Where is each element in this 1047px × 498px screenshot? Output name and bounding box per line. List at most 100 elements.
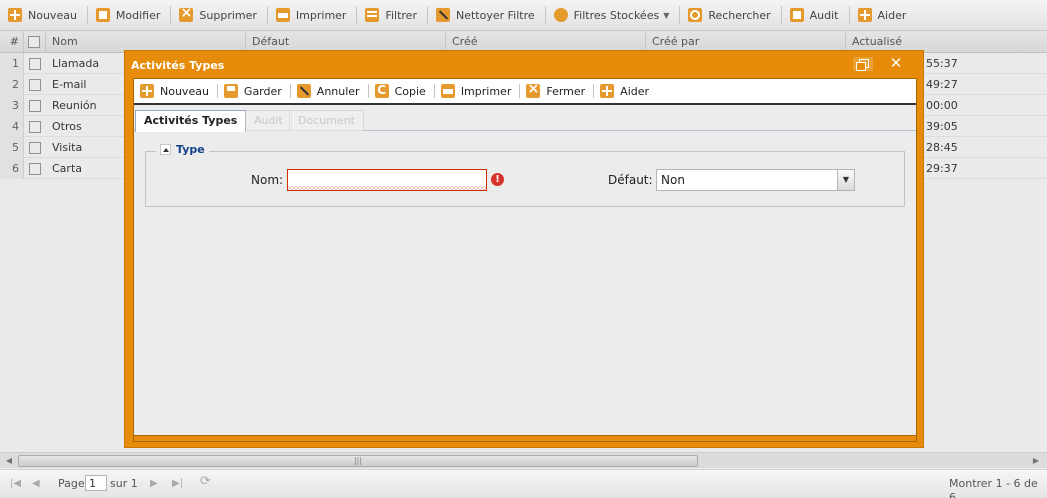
toolbar-separator xyxy=(544,6,546,24)
window-help-label: Aider xyxy=(620,84,650,98)
tab-activity-types[interactable]: Activités Types xyxy=(135,110,247,132)
delete-label: Supprimer xyxy=(199,8,257,22)
print-label: Imprimer xyxy=(295,8,347,22)
tab-audit[interactable]: Audit xyxy=(245,110,292,131)
search-label: Rechercher xyxy=(708,8,771,22)
toolbar-separator xyxy=(367,84,369,98)
help-button[interactable]: Aider xyxy=(854,4,911,26)
filter-label: Filtrer xyxy=(385,8,417,22)
printer-icon xyxy=(440,84,455,98)
last-page-icon[interactable]: ▶| xyxy=(172,477,183,491)
toolbar-separator xyxy=(593,84,595,98)
error-icon: ! xyxy=(491,173,504,186)
save-label: Garder xyxy=(243,84,282,98)
audit-icon xyxy=(789,8,804,22)
new-label: Nouveau xyxy=(28,8,77,22)
window-new-button[interactable]: Nouveau xyxy=(137,80,212,102)
restore-icon[interactable] xyxy=(853,57,873,71)
window-title: Activités Types xyxy=(131,59,225,72)
defaut-select[interactable]: Non ▼ xyxy=(656,169,855,191)
toolbar-separator xyxy=(289,84,291,98)
type-fieldset: Type Nom: ! Défaut: Non ▼ xyxy=(145,143,905,207)
copy-button[interactable]: Copie xyxy=(372,80,429,102)
help-icon xyxy=(600,84,615,98)
close-label: Fermer xyxy=(546,84,586,98)
window-toolbar: Nouveau Garder Annuler Copie Imprimer Fe… xyxy=(134,79,916,105)
refresh-icon[interactable]: ⟳ xyxy=(200,475,211,489)
prev-page-icon[interactable]: ◀ xyxy=(32,477,40,491)
audit-button[interactable]: Audit xyxy=(786,4,843,26)
toolbar-separator xyxy=(86,6,88,24)
printer-icon xyxy=(275,8,290,22)
edit-button[interactable]: Modifier xyxy=(92,4,164,26)
close-button[interactable]: Fermer xyxy=(523,80,588,102)
cancel-button[interactable]: Annuler xyxy=(294,80,363,102)
help-icon xyxy=(857,8,872,22)
first-page-icon[interactable]: |◀ xyxy=(10,477,21,491)
fieldset-legend[interactable]: Type xyxy=(156,143,209,156)
filter-button[interactable]: Filtrer xyxy=(361,4,421,26)
stored-filters-label: Filtres Stockées xyxy=(573,8,660,22)
window-body: Nouveau Garder Annuler Copie Imprimer Fe… xyxy=(133,78,917,442)
filter-icon xyxy=(365,8,380,22)
plus-icon xyxy=(140,84,154,98)
toolbar-separator xyxy=(266,6,268,24)
window-print-button[interactable]: Imprimer xyxy=(438,80,515,102)
nom-label: Nom: xyxy=(251,173,284,187)
toolbar-separator xyxy=(170,6,172,24)
page-label: Page xyxy=(58,477,85,490)
clear-filter-button[interactable]: Nettoyer Filtre xyxy=(432,4,539,26)
help-label: Aider xyxy=(877,8,907,22)
nom-field[interactable] xyxy=(287,169,487,191)
collapse-icon[interactable] xyxy=(160,144,171,155)
toolbar-separator xyxy=(519,84,521,98)
page-input[interactable] xyxy=(85,475,107,491)
next-page-icon[interactable]: ▶ xyxy=(150,477,158,491)
activity-types-window: Activités Types ✕ Nouveau Garder Annuler… xyxy=(124,50,924,448)
cancel-icon xyxy=(296,84,311,98)
stored-filters-button[interactable]: Filtres Stockées ▼ xyxy=(550,4,674,26)
toolbar-separator xyxy=(848,6,850,24)
delete-icon xyxy=(179,5,194,22)
page-count: sur 1 xyxy=(110,477,138,490)
window-tabs: Activités Types Audit Document xyxy=(134,107,916,132)
clear-filter-label: Nettoyer Filtre xyxy=(455,8,535,22)
toolbar-separator xyxy=(679,6,681,24)
defaut-value: Non xyxy=(661,173,685,187)
toolbar-separator xyxy=(780,6,782,24)
audit-label: Audit xyxy=(809,8,839,22)
window-resize-bar xyxy=(134,435,916,441)
window-print-label: Imprimer xyxy=(460,84,512,98)
save-icon xyxy=(223,84,238,98)
chevron-down-icon[interactable]: ▼ xyxy=(837,170,854,190)
edit-label: Modifier xyxy=(115,8,161,22)
copy-icon xyxy=(374,83,389,98)
tab-document[interactable]: Document xyxy=(289,110,364,131)
delete-button[interactable]: Supprimer xyxy=(175,4,261,26)
main-toolbar: Nouveau Modifier Supprimer Imprimer Filt… xyxy=(0,0,1047,31)
stored-filter-icon xyxy=(553,8,568,22)
toolbar-separator xyxy=(433,84,435,98)
new-button[interactable]: Nouveau xyxy=(4,4,81,26)
cancel-label: Annuler xyxy=(316,84,360,98)
toolbar-separator xyxy=(426,6,428,24)
save-button[interactable]: Garder xyxy=(221,80,285,102)
chevron-down-icon: ▼ xyxy=(663,10,670,20)
search-button[interactable]: Rechercher xyxy=(684,4,774,26)
close-x-icon xyxy=(526,81,541,98)
window-help-button[interactable]: Aider xyxy=(597,80,652,102)
plus-icon xyxy=(8,8,22,22)
search-icon xyxy=(688,8,703,22)
copy-label: Copie xyxy=(394,84,426,98)
broom-icon xyxy=(435,8,450,22)
defaut-label: Défaut: xyxy=(608,173,653,187)
toolbar-separator xyxy=(216,84,218,98)
print-button[interactable]: Imprimer xyxy=(272,4,351,26)
pager: |◀ ◀ Page sur 1 ▶ ▶| ⟳ Montrer 1 - 6 de … xyxy=(0,469,1047,498)
toolbar-separator xyxy=(356,6,358,24)
fieldset-title: Type xyxy=(176,143,205,156)
window-new-label: Nouveau xyxy=(160,84,209,98)
edit-icon xyxy=(95,8,110,22)
close-icon[interactable]: ✕ xyxy=(881,54,911,72)
pager-summary: Montrer 1 - 6 de 6 xyxy=(949,477,1038,498)
